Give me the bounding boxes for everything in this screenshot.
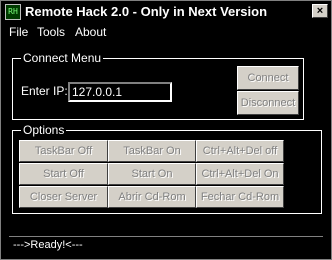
abrir-cd-rom-button[interactable]: Abrir Cd-Rom xyxy=(108,186,196,208)
main-window: RH Remote Hack 2.0 - Only in Next Versio… xyxy=(0,0,332,260)
window-title: Remote Hack 2.0 - Only in Next Version xyxy=(25,4,268,19)
connect-menu-title: Connect Menu xyxy=(21,51,104,65)
ip-input[interactable] xyxy=(68,82,172,102)
menu-about[interactable]: About xyxy=(75,25,106,39)
status-text: --->Ready!<--- xyxy=(13,239,83,251)
close-button[interactable]: × xyxy=(312,4,328,18)
disconnect-button[interactable]: Disconnect xyxy=(237,91,299,115)
closer-server-button[interactable]: Closer Server xyxy=(19,186,108,208)
start-on-button[interactable]: Start On xyxy=(108,163,196,185)
menu-tools[interactable]: Tools xyxy=(37,25,65,39)
title-bar[interactable]: RH Remote Hack 2.0 - Only in Next Versio… xyxy=(1,1,331,23)
fechar-cd-rom-button[interactable]: Fechar Cd-Rom xyxy=(196,186,284,208)
taskbar-on-button[interactable]: TaskBar On xyxy=(108,140,196,162)
app-icon[interactable]: RH xyxy=(5,4,21,20)
connect-button[interactable]: Connect xyxy=(237,66,299,90)
menu-file[interactable]: File xyxy=(9,25,28,39)
ctrl-alt-del-on-button[interactable]: Ctrl+Alt+Del On xyxy=(196,163,284,185)
menu-bar: File Tools About xyxy=(1,23,331,41)
status-bar: --->Ready!<--- xyxy=(9,236,323,252)
ip-label: Enter IP: xyxy=(21,84,68,98)
ctrl-alt-del-off-button[interactable]: Ctrl+Alt+Del off xyxy=(196,140,284,162)
start-off-button[interactable]: Start Off xyxy=(19,163,108,185)
options-title: Options xyxy=(21,123,67,137)
taskbar-off-button[interactable]: TaskBar Off xyxy=(19,140,108,162)
